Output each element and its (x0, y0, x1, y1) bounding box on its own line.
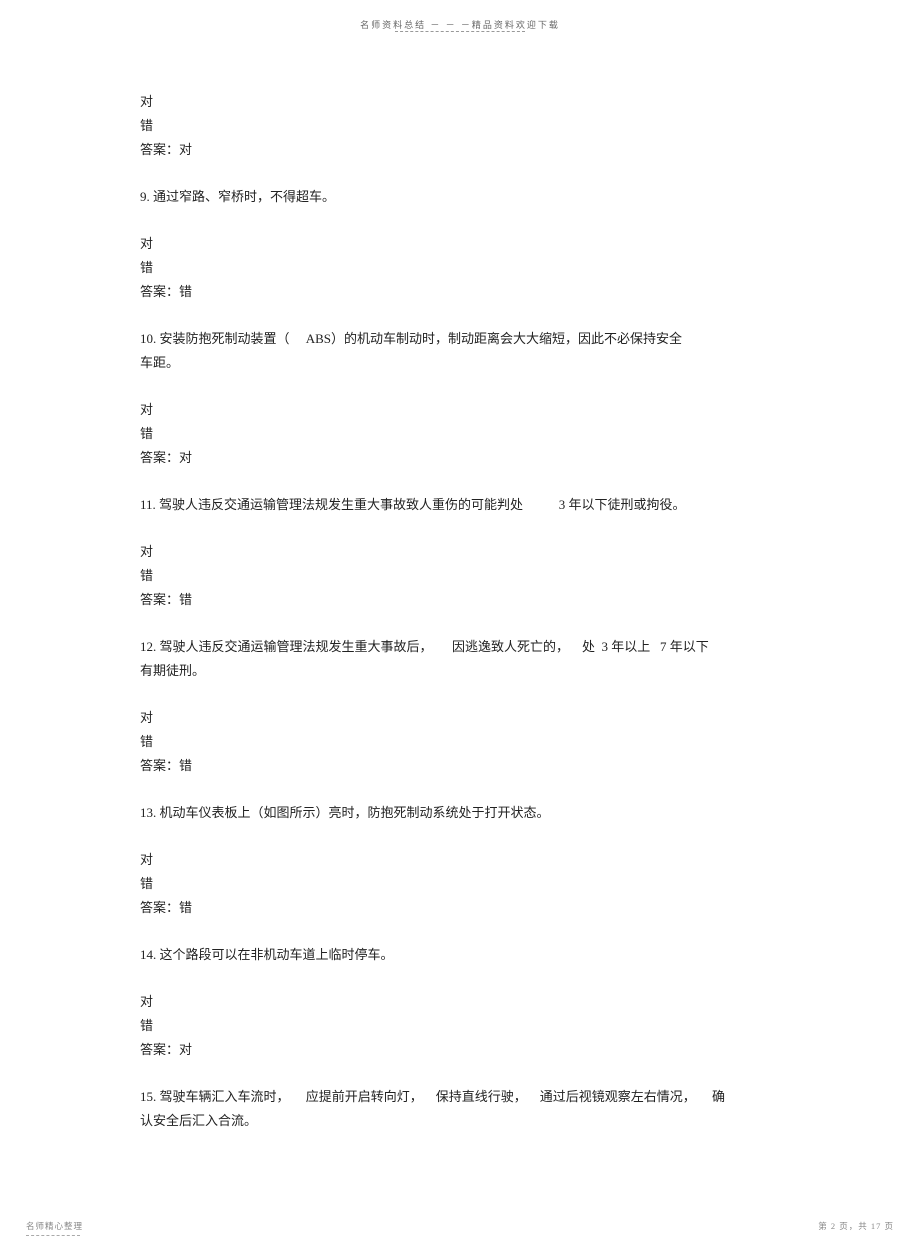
question-15-cont: 认安全后汇入合流。 (140, 1109, 780, 1133)
answer-line: 答案：错 (140, 754, 780, 778)
question-10-cont: 车距。 (140, 351, 780, 375)
question-10: 10. 安装防抱死制动装置（ ABS）的机动车制动时，制动距离会大大缩短，因此不… (140, 327, 780, 351)
question-9: 9. 通过窄路、窄桥时，不得超车。 (140, 185, 780, 209)
question-text: 安装防抱死制动装置（ ABS）的机动车制动时，制动距离会大大缩短，因此不必保持安… (156, 331, 682, 346)
question-number: 11. (140, 497, 156, 512)
question-12: 12. 驾驶人违反交通运输管理法规发生重大事故后， 因逃逸致人死亡的， 处 3 … (140, 635, 780, 659)
answer-line: 答案：对 (140, 1038, 780, 1062)
choice-true: 对 (140, 398, 780, 422)
question-13: 13. 机动车仪表板上（如图所示）亮时，防抱死制动系统处于打开状态。 (140, 801, 780, 825)
choice-false: 错 (140, 114, 780, 138)
question-text: 驾驶人违反交通运输管理法规发生重大事故致人重伤的可能判处 3 年以下徒刑或拘役。 (156, 497, 686, 512)
choice-false: 错 (140, 256, 780, 280)
question-text: 驾驶人违反交通运输管理法规发生重大事故后， 因逃逸致人死亡的， 处 3 年以上 … (156, 639, 709, 654)
choice-true: 对 (140, 90, 780, 114)
footer-left-underline (26, 1235, 80, 1236)
question-text: 机动车仪表板上（如图所示）亮时，防抱死制动系统处于打开状态。 (156, 805, 549, 820)
choice-true: 对 (140, 990, 780, 1014)
choice-true: 对 (140, 706, 780, 730)
question-text: 驾驶车辆汇入车流时， 应提前开启转向灯， 保持直线行驶， 通过后视镜观察左右情况… (156, 1089, 725, 1104)
document-body: 对 错 答案：对 9. 通过窄路、窄桥时，不得超车。 对 错 答案：错 10. … (140, 90, 780, 1133)
choice-true: 对 (140, 232, 780, 256)
answer-line: 答案：错 (140, 588, 780, 612)
page-header: 名师资料总结 － － －精品资料欢迎下载 (0, 18, 920, 31)
question-11: 11. 驾驶人违反交通运输管理法规发生重大事故致人重伤的可能判处 3 年以下徒刑… (140, 493, 780, 517)
choice-false: 错 (140, 872, 780, 896)
header-underline (395, 31, 525, 32)
question-number: 10. (140, 331, 156, 346)
question-12-cont: 有期徒刑。 (140, 659, 780, 683)
question-number: 15. (140, 1089, 156, 1104)
question-14: 14. 这个路段可以在非机动车道上临时停车。 (140, 943, 780, 967)
answer-line: 答案：对 (140, 138, 780, 162)
choice-false: 错 (140, 730, 780, 754)
question-15: 15. 驾驶车辆汇入车流时， 应提前开启转向灯， 保持直线行驶， 通过后视镜观察… (140, 1085, 780, 1109)
answer-line: 答案：对 (140, 446, 780, 470)
question-number: 14. (140, 947, 156, 962)
choice-false: 错 (140, 1014, 780, 1038)
choice-false: 错 (140, 422, 780, 446)
footer-left: 名师精心整理 (26, 1220, 83, 1232)
answer-line: 答案：错 (140, 896, 780, 920)
question-number: 13. (140, 805, 156, 820)
answer-line: 答案：错 (140, 280, 780, 304)
question-text: 这个路段可以在非机动车道上临时停车。 (156, 947, 393, 962)
choice-false: 错 (140, 564, 780, 588)
question-number: 9. (140, 189, 150, 204)
footer-right: 第 2 页，共 17 页 (818, 1220, 894, 1232)
question-number: 12. (140, 639, 156, 654)
choice-true: 对 (140, 540, 780, 564)
choice-true: 对 (140, 848, 780, 872)
question-text: 通过窄路、窄桥时，不得超车。 (150, 189, 335, 204)
